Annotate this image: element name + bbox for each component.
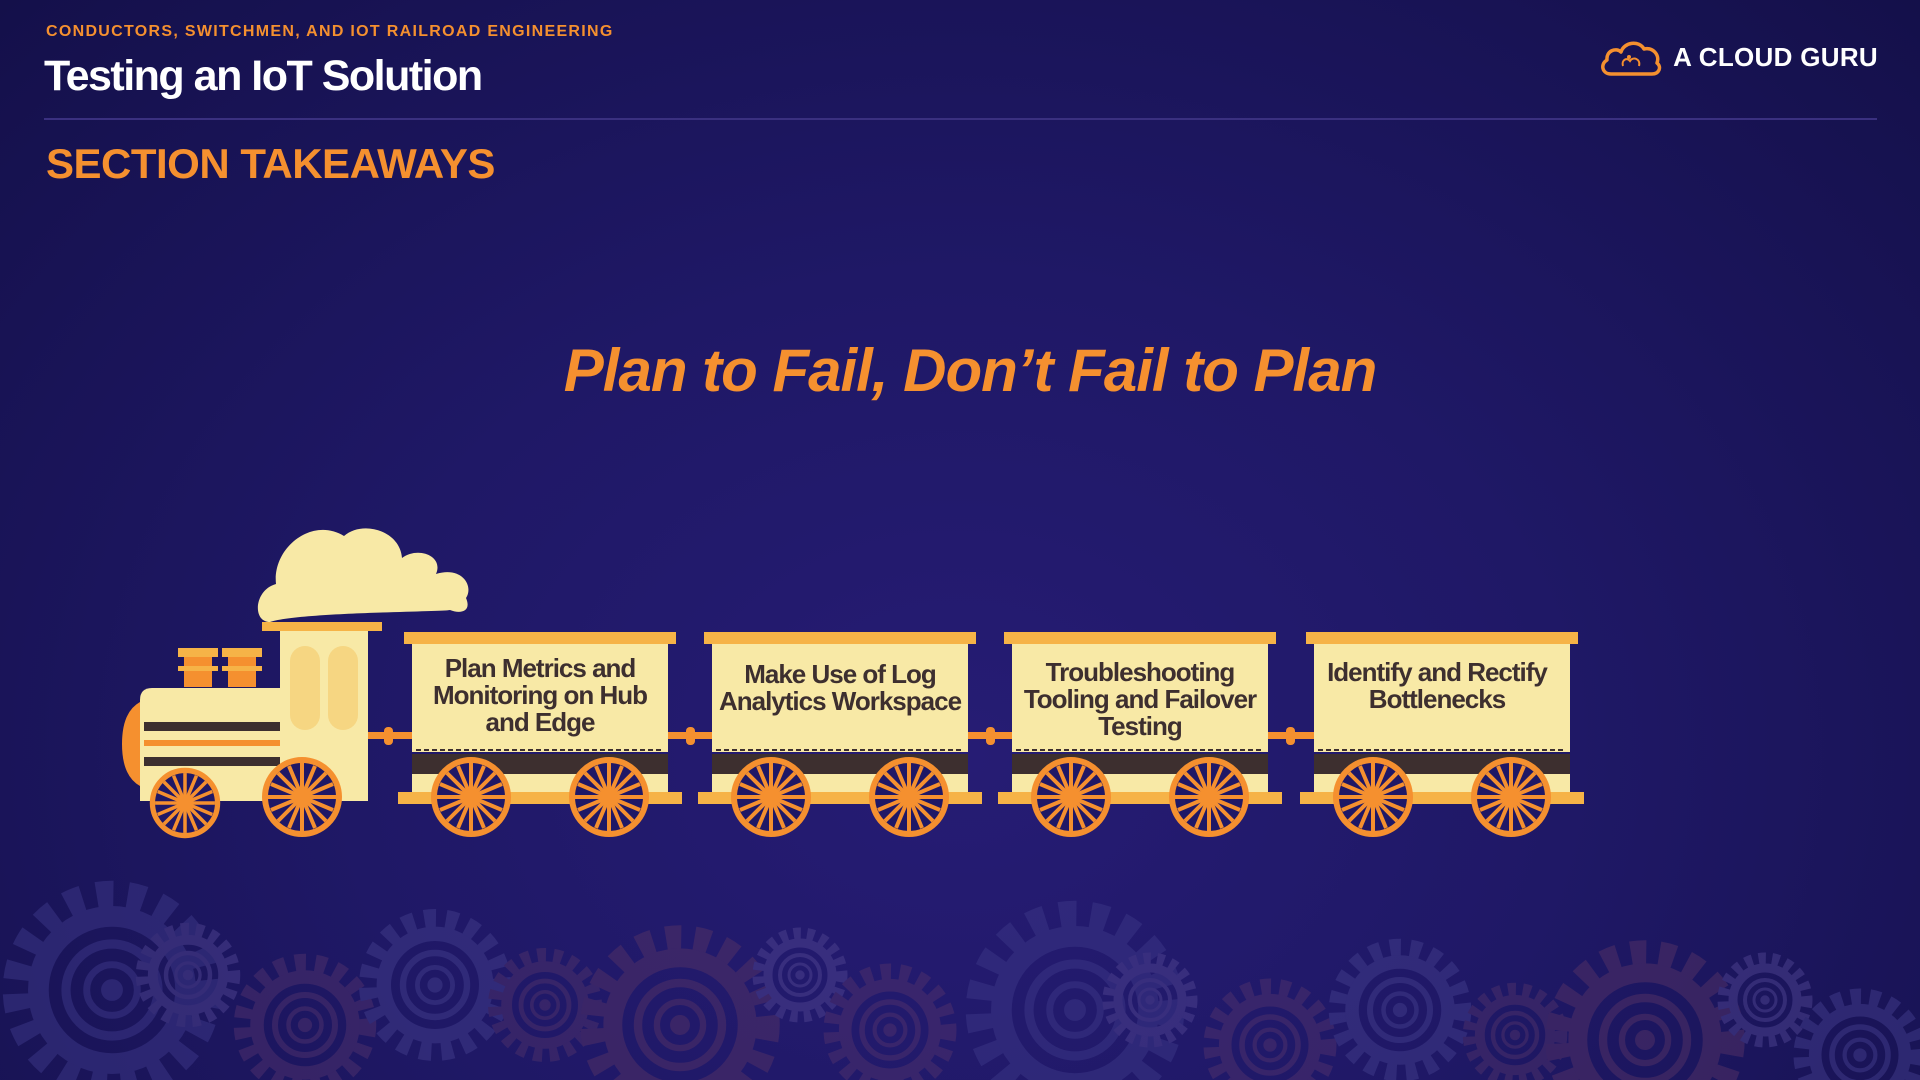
car-label: Plan Metrics and Monitoring on Hub and E… [432, 653, 648, 737]
slide: CONDUCTORS, SWITCHMEN, AND IOT RAILROAD … [0, 0, 1920, 1080]
car-label: Make Use of Log Analytics Workspace [718, 659, 962, 716]
car-label: Identify and Rectify Bottlenecks [1327, 657, 1548, 714]
car-label: Troubleshooting Tooling and Failover Tes… [1023, 657, 1257, 741]
train-illustration [122, 528, 1920, 1080]
